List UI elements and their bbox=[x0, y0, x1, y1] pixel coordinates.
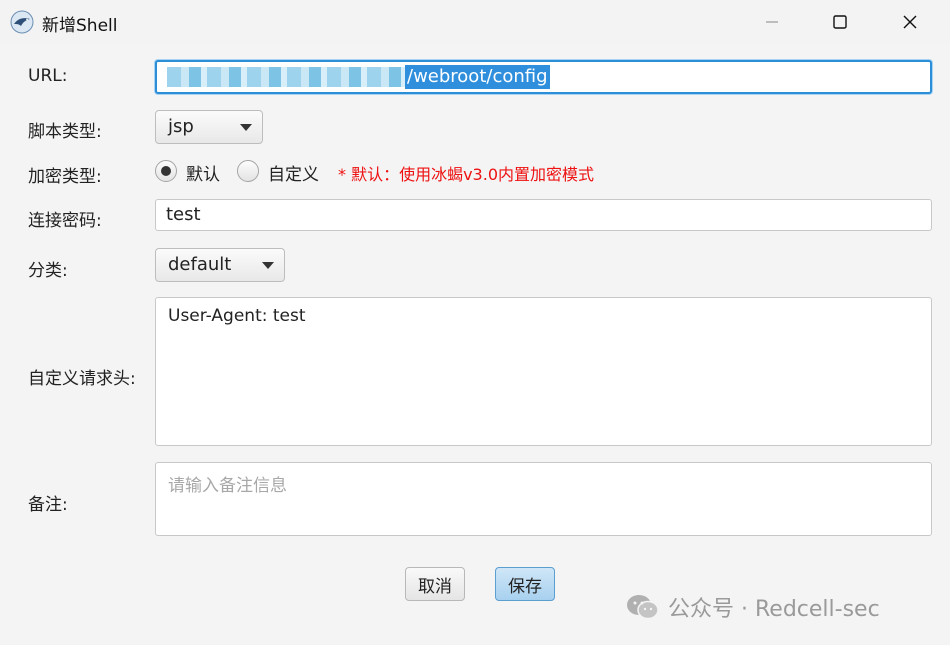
save-button[interactable]: 保存 bbox=[495, 567, 555, 601]
url-label: URL: bbox=[28, 66, 68, 86]
radio-default[interactable] bbox=[155, 160, 177, 182]
radio-selected-dot bbox=[161, 166, 171, 176]
minimize-button[interactable] bbox=[738, 0, 806, 44]
encryption-type-label: 加密类型: bbox=[28, 167, 102, 187]
radio-custom-label: 自定义 bbox=[268, 165, 319, 185]
dialog-body: URL: /webroot/config 脚本类型: jsp 加密类型: 默认 … bbox=[0, 44, 950, 645]
radio-default-label: 默认 bbox=[186, 165, 220, 185]
category-select[interactable]: default bbox=[155, 248, 285, 282]
watermark: 公众号 · Redcell-sec bbox=[626, 592, 880, 622]
password-input[interactable]: test bbox=[155, 199, 932, 231]
url-selected-text: /webroot/config bbox=[405, 65, 550, 89]
headers-textarea[interactable]: User-Agent: test bbox=[155, 297, 932, 446]
chevron-down-icon bbox=[240, 124, 252, 131]
radio-custom[interactable] bbox=[237, 160, 259, 182]
wechat-icon bbox=[627, 595, 659, 620]
url-input[interactable]: /webroot/config bbox=[155, 60, 932, 94]
maximize-button[interactable] bbox=[806, 0, 874, 44]
cancel-button[interactable]: 取消 bbox=[405, 567, 465, 601]
encryption-hint: * 默认：使用冰蝎v3.0内置加密模式 bbox=[338, 165, 595, 184]
headers-value: User-Agent: test bbox=[168, 306, 306, 326]
window-title: 新增Shell bbox=[42, 16, 118, 36]
close-icon bbox=[903, 15, 917, 29]
password-value: test bbox=[166, 204, 201, 225]
script-type-value: jsp bbox=[168, 116, 194, 137]
script-type-select[interactable]: jsp bbox=[155, 110, 263, 144]
encryption-radio-group: 默认 自定义 * 默认：使用冰蝎v3.0内置加密模式 bbox=[155, 160, 655, 186]
remark-label: 备注: bbox=[28, 495, 68, 515]
remark-placeholder: 请输入备注信息 bbox=[168, 476, 287, 496]
script-type-label: 脚本类型: bbox=[28, 122, 102, 142]
maximize-icon bbox=[833, 15, 847, 29]
title-bar: 新增Shell bbox=[0, 0, 950, 44]
category-label: 分类: bbox=[28, 261, 68, 281]
close-button[interactable] bbox=[876, 0, 944, 44]
headers-label: 自定义请求头: bbox=[28, 369, 136, 389]
chevron-down-icon bbox=[262, 262, 274, 269]
category-value: default bbox=[168, 254, 232, 275]
url-redacted-region bbox=[167, 67, 405, 87]
minimize-icon bbox=[766, 21, 778, 23]
bird-logo-icon bbox=[10, 10, 34, 34]
watermark-text: 公众号 · Redcell-sec bbox=[668, 597, 880, 622]
remark-textarea[interactable]: 请输入备注信息 bbox=[155, 462, 932, 536]
password-label: 连接密码: bbox=[28, 211, 102, 231]
